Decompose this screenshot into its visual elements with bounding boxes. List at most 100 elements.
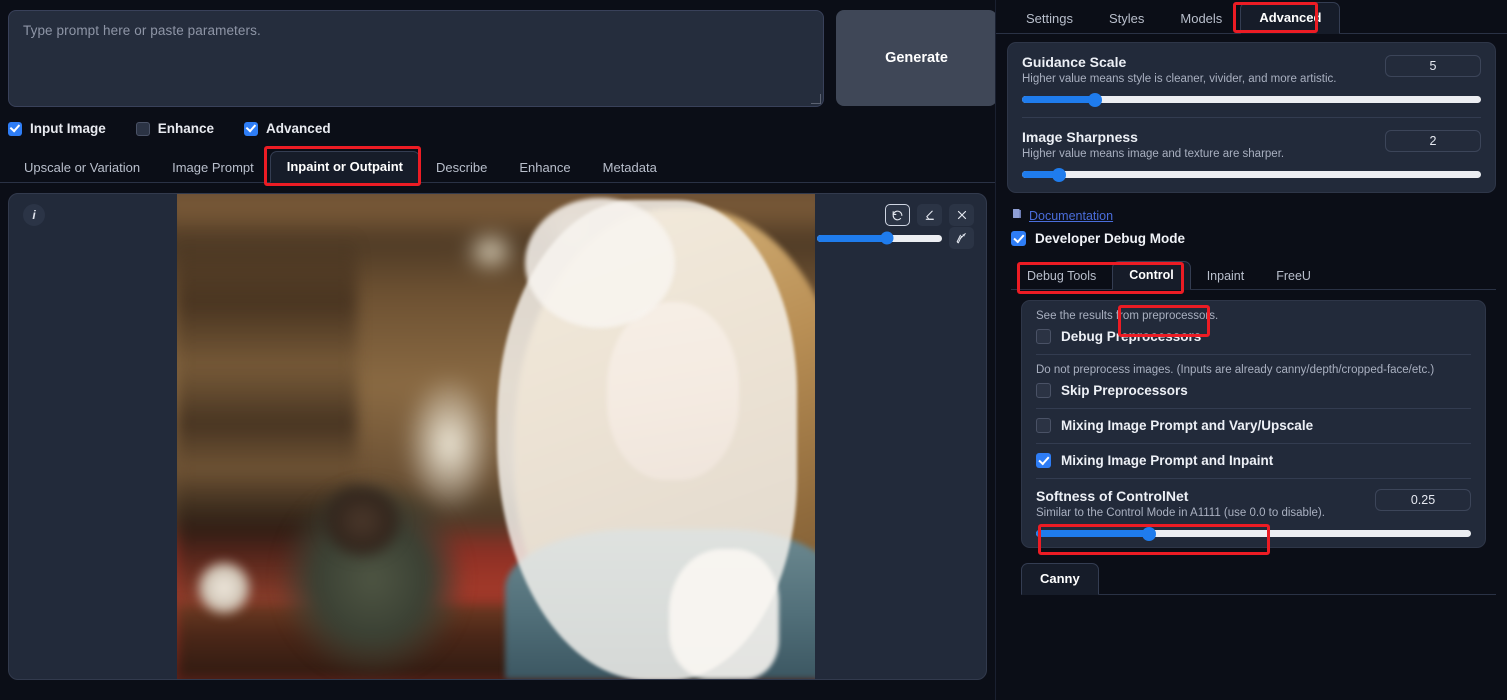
checkbox-skip-preprocessors[interactable] xyxy=(1036,383,1051,398)
brush-size-row xyxy=(817,227,974,249)
tab-control[interactable]: Control xyxy=(1112,261,1191,290)
prompt-input[interactable]: Type prompt here or paste parameters. xyxy=(8,10,824,107)
advanced-panel: Guidance Scale Higher value means style … xyxy=(996,34,1507,595)
right-pane: Settings Styles Models Advanced Guidance… xyxy=(995,0,1507,700)
tab-freeu[interactable]: FreeU xyxy=(1260,263,1327,290)
image-sharpness-description: Higher value means image and texture are… xyxy=(1022,148,1285,160)
checkbox-input-image[interactable] xyxy=(8,121,22,136)
tab-image-prompt[interactable]: Image Prompt xyxy=(156,153,270,183)
option-softness-controlnet: Softness of ControlNet Similar to the Co… xyxy=(1036,478,1471,547)
debug-preprocessors-description: See the results from preprocessors. xyxy=(1036,310,1219,322)
documentation-link[interactable]: Documentation xyxy=(1029,209,1113,223)
toggle-enhance-label: Enhance xyxy=(157,121,215,136)
tab-metadata[interactable]: Metadata xyxy=(587,153,673,183)
checkbox-row-debug-preprocessors[interactable]: Debug Preprocessors xyxy=(1036,329,1471,344)
eraser-icon[interactable] xyxy=(917,204,942,226)
tab-models[interactable]: Models xyxy=(1162,4,1240,34)
toggle-row: Input Image Enhance Advanced xyxy=(0,107,995,136)
softness-slider[interactable] xyxy=(1036,526,1471,541)
debug-tab-bar: Debug Tools Control Inpaint FreeU xyxy=(1011,259,1496,290)
sliders-card: Guidance Scale Higher value means style … xyxy=(1007,42,1496,193)
documentation-row: Documentation xyxy=(1011,207,1496,225)
tab-inpaint[interactable]: Inpaint xyxy=(1191,263,1261,290)
brush-size-slider[interactable] xyxy=(817,231,942,245)
option-skip-preprocessors: Do not preprocess images. (Inputs are al… xyxy=(1036,354,1471,408)
prompt-row: Type prompt here or paste parameters. Ge… xyxy=(0,0,997,107)
close-icon[interactable] xyxy=(949,204,974,226)
checkbox-row-mixing-vary-upscale[interactable]: Mixing Image Prompt and Vary/Upscale xyxy=(1036,418,1471,433)
tab-canny[interactable]: Canny xyxy=(1021,563,1099,595)
book-icon xyxy=(1011,207,1023,225)
image-sharpness-block: Image Sharpness Higher value means image… xyxy=(1022,117,1481,192)
right-tab-bar: Settings Styles Models Advanced xyxy=(996,0,1507,34)
image-sharpness-slider[interactable] xyxy=(1022,167,1481,182)
mixing-vary-upscale-label: Mixing Image Prompt and Vary/Upscale xyxy=(1061,418,1314,433)
tab-debug-tools[interactable]: Debug Tools xyxy=(1011,263,1112,290)
guidance-scale-slider[interactable] xyxy=(1022,92,1481,107)
toggle-advanced-label: Advanced xyxy=(266,121,331,136)
photo-cup xyxy=(195,559,253,617)
fooocus-app-window: Type prompt here or paste parameters. Ge… xyxy=(0,0,1507,700)
image-sharpness-head: Image Sharpness Higher value means image… xyxy=(1022,129,1481,160)
checkbox-row-skip-preprocessors[interactable]: Skip Preprocessors xyxy=(1036,383,1471,398)
image-tab-bar: Upscale or Variation Image Prompt Inpain… xyxy=(0,150,995,183)
developer-debug-mode-label: Developer Debug Mode xyxy=(1035,231,1186,246)
image-canvas[interactable] xyxy=(177,194,815,679)
option-mixing-inpaint: Mixing Image Prompt and Inpaint xyxy=(1036,443,1471,478)
inpaint-mask-overlay-bottom xyxy=(669,549,779,679)
guidance-scale-value-field[interactable]: 5 xyxy=(1385,55,1481,77)
brush-slider-knob[interactable] xyxy=(880,231,894,245)
debug-preprocessors-label: Debug Preprocessors xyxy=(1061,329,1202,344)
toggle-enhance[interactable]: Enhance xyxy=(135,121,215,136)
undo-icon[interactable] xyxy=(885,204,910,226)
tab-upscale-or-variation[interactable]: Upscale or Variation xyxy=(8,153,156,183)
generate-button[interactable]: Generate xyxy=(836,10,997,106)
toggle-advanced[interactable]: Advanced xyxy=(244,121,331,136)
softness-head: Softness of ControlNet Similar to the Co… xyxy=(1036,488,1471,519)
tab-inpaint-or-outpaint[interactable]: Inpaint or Outpaint xyxy=(269,151,421,183)
checkbox-developer-debug-mode[interactable] xyxy=(1011,231,1026,246)
image-sharpness-label: Image Sharpness xyxy=(1022,129,1138,145)
toggle-input-image[interactable]: Input Image xyxy=(8,121,106,136)
image-sharpness-value-field[interactable]: 2 xyxy=(1385,130,1481,152)
preprocessor-tab-bar: Canny xyxy=(1021,562,1496,595)
toggle-input-image-label: Input Image xyxy=(30,121,106,136)
mixing-inpaint-label: Mixing Image Prompt and Inpaint xyxy=(1061,453,1274,468)
control-options-card: See the results from preprocessors. Debu… xyxy=(1021,300,1486,548)
inpaint-image-editor[interactable]: i xyxy=(8,193,987,680)
resize-handle-icon[interactable] xyxy=(811,94,821,104)
developer-debug-mode-row[interactable]: Developer Debug Mode xyxy=(1011,231,1496,246)
tab-enhance[interactable]: Enhance xyxy=(503,153,586,183)
checkbox-row-mixing-inpaint[interactable]: Mixing Image Prompt and Inpaint xyxy=(1036,453,1471,468)
guidance-scale-description: Higher value means style is cleaner, viv… xyxy=(1022,73,1337,85)
left-pane: Type prompt here or paste parameters. Ge… xyxy=(0,0,997,700)
softness-slider-fill xyxy=(1036,530,1150,537)
guidance-scale-label: Guidance Scale xyxy=(1022,54,1127,70)
tab-describe[interactable]: Describe xyxy=(420,153,503,183)
checkbox-mixing-inpaint[interactable] xyxy=(1036,453,1051,468)
guidance-scale-block: Guidance Scale Higher value means style … xyxy=(1022,43,1481,117)
checkbox-debug-preprocessors[interactable] xyxy=(1036,329,1051,344)
guidance-scale-head: Guidance Scale Higher value means style … xyxy=(1022,54,1481,85)
softness-label: Softness of ControlNet xyxy=(1036,488,1189,504)
skip-preprocessors-description: Do not preprocess images. (Inputs are al… xyxy=(1036,364,1435,376)
prompt-placeholder: Type prompt here or paste parameters. xyxy=(23,23,261,38)
checkbox-advanced[interactable] xyxy=(244,121,259,136)
tab-settings[interactable]: Settings xyxy=(1008,4,1091,34)
skip-preprocessors-label: Skip Preprocessors xyxy=(1061,383,1188,398)
softness-value-field[interactable]: 0.25 xyxy=(1375,489,1471,511)
inpaint-mask-overlay-top xyxy=(525,198,675,328)
checkbox-mixing-vary-upscale[interactable] xyxy=(1036,418,1051,433)
photo-background-person-head xyxy=(319,481,405,561)
info-icon[interactable]: i xyxy=(23,204,45,226)
softness-slider-knob[interactable] xyxy=(1142,526,1157,541)
option-debug-preprocessors: See the results from preprocessors. Debu… xyxy=(1036,301,1471,354)
tab-advanced[interactable]: Advanced xyxy=(1240,2,1341,34)
guidance-scale-slider-knob[interactable] xyxy=(1088,92,1103,107)
checkbox-enhance[interactable] xyxy=(135,121,150,136)
tab-styles[interactable]: Styles xyxy=(1091,4,1162,34)
editor-toolbar xyxy=(885,204,974,226)
brush-slider-fill xyxy=(817,234,887,242)
image-sharpness-slider-knob[interactable] xyxy=(1051,167,1066,182)
brush-icon[interactable] xyxy=(949,227,974,249)
